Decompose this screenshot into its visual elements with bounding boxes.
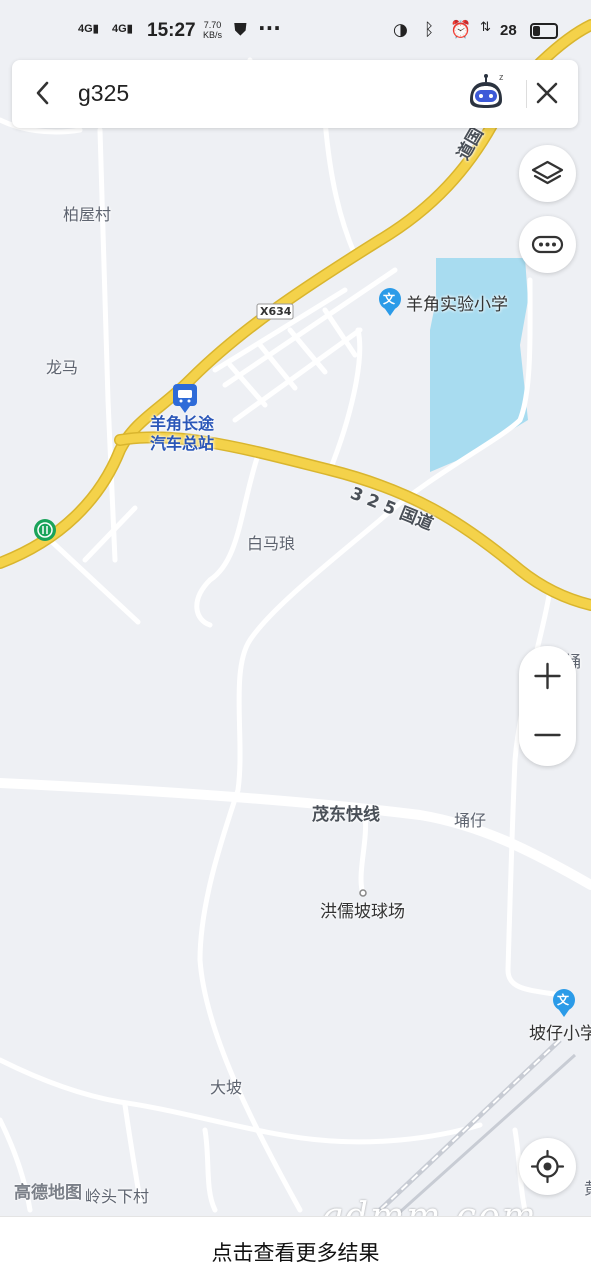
layers-icon [531, 160, 564, 185]
locate-me-button[interactable] [519, 1138, 576, 1195]
school-pin-glyph: 文 [557, 993, 570, 1007]
status-time: 15:27 [147, 20, 196, 41]
bottom-results-bar[interactable]: 点击查看更多结果 [0, 1216, 591, 1281]
voice-assistant-icon[interactable]: z [464, 70, 508, 114]
more-dots-icon [531, 235, 564, 254]
signal-bars-icon: ▮ [126, 23, 133, 35]
label-school-pozai[interactable]: 坡仔小学 [529, 1019, 591, 1044]
label-bus-station-line1[interactable]: 羊角长途 [150, 414, 214, 434]
label-hongru-field: 洪儒坡球场 [320, 902, 405, 922]
more-options-button[interactable] [519, 216, 576, 273]
data-arrows-icon: ⇅ [480, 20, 491, 35]
close-icon[interactable] [532, 78, 562, 108]
label-yongzai: 埇仔 [454, 811, 487, 830]
zoom-out-button[interactable] [519, 706, 576, 766]
alarm-icon: ⏰ [450, 20, 472, 40]
zoom-in-button[interactable] [519, 646, 576, 706]
label-road-x634: X634 [260, 305, 292, 318]
label-edge: 黄 [584, 1175, 591, 1199]
label-baimalang: 白马琅 [247, 534, 296, 553]
network-speed: 7.70 KB/s [203, 20, 223, 40]
search-bar: g325 z [12, 60, 578, 128]
map-brand-logo: 高德地图 [14, 1183, 82, 1203]
zoom-controls [519, 646, 576, 766]
signal-bars-icon: ▮ [92, 23, 99, 35]
network-signal-1: 4G▮ [78, 23, 99, 35]
shield-icon: ⛊ [234, 20, 247, 40]
label-lingtou: 岭头下村 [85, 1187, 150, 1206]
label-village-longma: 龙马 [46, 358, 79, 377]
svg-text:z: z [499, 72, 504, 82]
map-canvas[interactable] [0, 0, 591, 1280]
battery-level: 28 [500, 22, 517, 39]
label-village-baiwu: 柏屋村 [63, 205, 112, 224]
battery-icon [530, 23, 558, 39]
label-road-maodong: 茂东快线 [312, 805, 380, 825]
label-dapo: 大坡 [210, 1078, 243, 1097]
status-bar: 4G▮ 4G▮ 15:27 7.70 KB/s ⛊ ··· ◑ ᛒ ⏰ ⇅ 28 [0, 0, 591, 60]
more-dots: ··· [258, 16, 281, 40]
label-school-yangjiao[interactable]: 羊角实验小学 [406, 290, 508, 315]
back-icon[interactable] [28, 78, 58, 108]
more-results-link[interactable]: 点击查看更多结果 [0, 1237, 591, 1267]
layers-button[interactable] [519, 145, 576, 202]
search-divider [526, 80, 527, 108]
locate-icon [530, 1149, 565, 1184]
nfc-icon: ◑ [393, 20, 408, 40]
school-pin-glyph: 文 [383, 292, 396, 306]
network-signal-2: 4G▮ [112, 23, 133, 35]
gas-station-icon[interactable] [34, 519, 56, 541]
bluetooth-icon: ᛒ [424, 20, 435, 40]
poi-dot [359, 889, 367, 897]
label-bus-station-line2[interactable]: 汽车总站 [150, 434, 214, 454]
search-input[interactable]: g325 [78, 80, 129, 107]
